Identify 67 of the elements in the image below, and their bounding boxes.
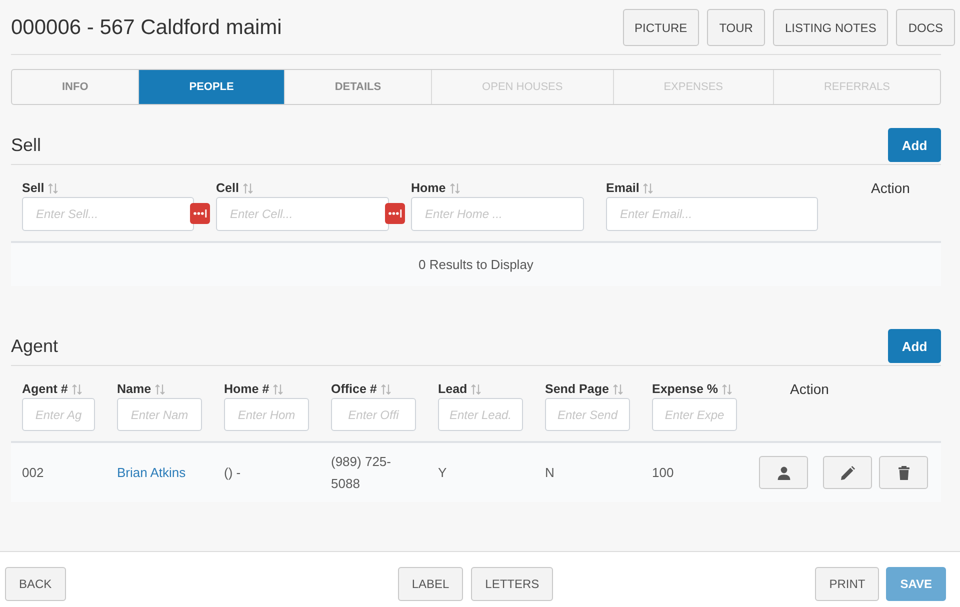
header-button[interactable]: PICTURE xyxy=(622,9,700,46)
sort-icon[interactable] xyxy=(471,384,482,394)
column-header: Action xyxy=(871,180,910,196)
filter-field[interactable]: Enter Hom xyxy=(224,398,309,431)
table-cell: () - xyxy=(224,464,241,480)
results-message: 0 Results to Display xyxy=(418,257,534,272)
filter-field[interactable]: Enter Lead. xyxy=(438,398,523,431)
tab[interactable]: INFO xyxy=(12,70,138,104)
sort-icon[interactable] xyxy=(380,384,391,394)
sort-icon[interactable] xyxy=(612,384,623,394)
filter-field[interactable]: Enter Send xyxy=(545,398,630,431)
footer-button[interactable]: PRINT xyxy=(815,567,880,601)
person-button[interactable] xyxy=(759,456,808,489)
edit-button[interactable] xyxy=(823,456,872,489)
table-cell: 100 xyxy=(652,464,674,480)
sort-icon[interactable] xyxy=(643,182,654,194)
footer-button[interactable]: LABEL xyxy=(398,567,464,601)
table-cell: N xyxy=(545,464,554,480)
agent-name-link[interactable]: Brian Atkins xyxy=(117,464,186,480)
filter-field[interactable]: Enter Cell... xyxy=(216,197,389,231)
add-button[interactable]: Add xyxy=(888,128,941,162)
column-header: Action xyxy=(790,381,829,397)
column-header: Lead xyxy=(438,382,468,396)
column-header: Agent # xyxy=(22,382,68,396)
filter-field[interactable]: Enter Email... xyxy=(606,197,818,231)
column-header: Home # xyxy=(224,382,270,396)
column-header: Send Page xyxy=(545,382,609,396)
add-button[interactable]: Add xyxy=(888,329,941,363)
person-icon xyxy=(776,466,790,480)
sort-icon[interactable] xyxy=(273,384,284,394)
table-cell: Y xyxy=(438,464,447,480)
header-button[interactable]: LISTING NOTES xyxy=(772,9,888,46)
column-header: Office # xyxy=(331,382,377,396)
column-header: Name xyxy=(117,382,152,396)
filter-field[interactable]: Enter Home ... xyxy=(411,197,584,231)
sort-icon[interactable] xyxy=(242,182,253,194)
tab[interactable]: DETAILS xyxy=(284,70,432,104)
sort-icon[interactable] xyxy=(48,182,58,194)
section-title: Agent xyxy=(11,336,58,356)
dots-icon[interactable] xyxy=(190,203,210,224)
footer-button[interactable]: BACK xyxy=(5,567,66,601)
sort-icon[interactable] xyxy=(450,182,460,194)
column-header: Email xyxy=(606,181,640,195)
filter-field[interactable]: Enter Expe xyxy=(652,398,737,431)
column-header: Expense % xyxy=(652,382,718,396)
footer-button[interactable]: LETTERS xyxy=(471,567,554,601)
table-cell: 002 xyxy=(22,464,44,480)
section-title: Sell xyxy=(11,134,42,156)
pencil-icon xyxy=(840,466,854,480)
column-header: Sell xyxy=(22,181,44,195)
sort-icon[interactable] xyxy=(722,384,732,394)
column-header: Home xyxy=(411,181,446,195)
trash-icon xyxy=(896,466,910,480)
header-button[interactable]: TOUR xyxy=(707,9,765,46)
filter-field[interactable]: Enter Ag xyxy=(22,398,95,431)
filter-field[interactable]: Enter Offi xyxy=(331,398,416,431)
column-header: Cell xyxy=(216,181,239,195)
page-title: 000006 - 567 Caldford maimi xyxy=(11,16,282,40)
delete-button[interactable] xyxy=(879,456,928,489)
tab[interactable]: PEOPLE xyxy=(138,70,284,104)
sort-icon[interactable] xyxy=(72,384,82,394)
table-cell: (989) 725-5088 xyxy=(331,454,391,490)
filter-field[interactable]: Enter Sell... xyxy=(22,197,194,231)
header-button[interactable]: DOCS xyxy=(896,9,955,46)
filter-field[interactable]: Enter Nam xyxy=(117,398,202,431)
sort-icon[interactable] xyxy=(155,384,166,394)
dots-icon[interactable] xyxy=(385,203,405,224)
